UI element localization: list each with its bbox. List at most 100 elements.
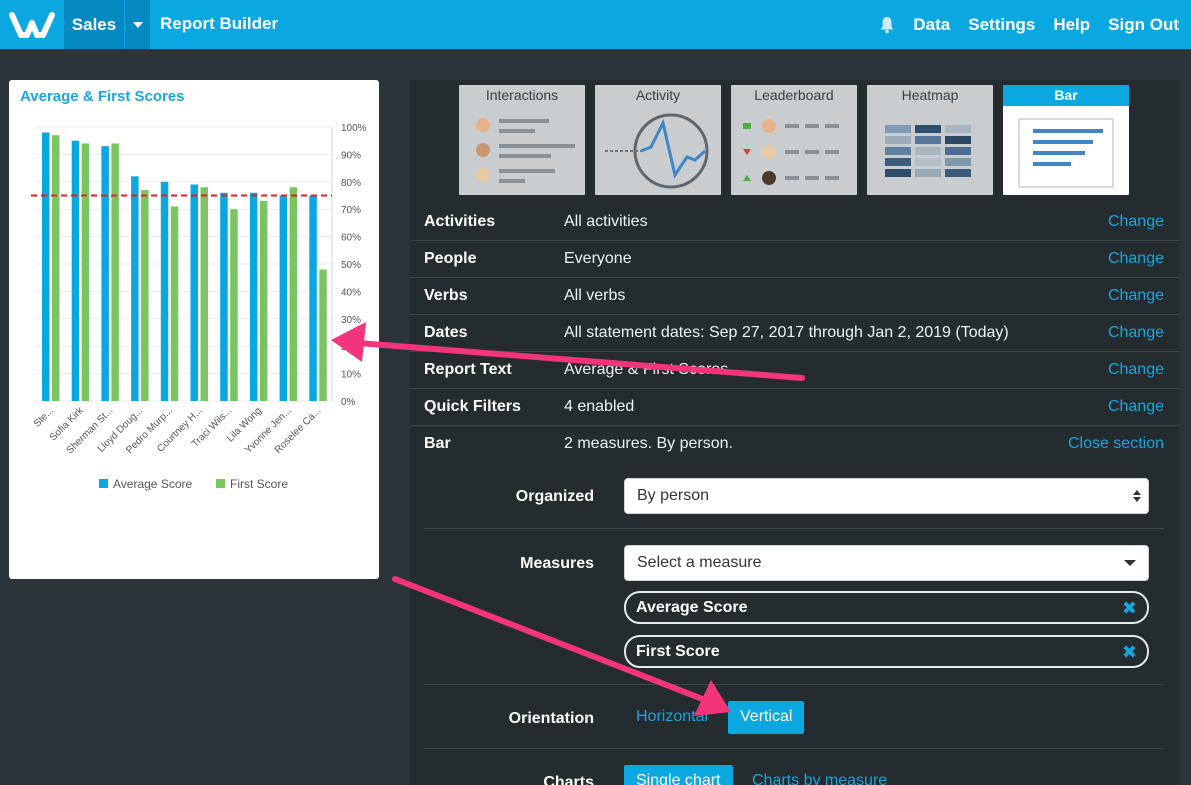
measure-select[interactable]: Select a measure [624, 545, 1149, 581]
y-tick-label: 70% [341, 205, 361, 216]
change-verbs-link[interactable]: Change [1108, 287, 1164, 305]
row-value: All verbs [564, 287, 626, 304]
measure-pill-label: Average Score [636, 599, 748, 616]
bar-average-score [220, 192, 228, 401]
organized-select[interactable]: By person [624, 478, 1149, 514]
single-chart-button[interactable]: Single chart [624, 765, 733, 785]
orientation-label: Orientation [508, 710, 594, 727]
heatmap-cell [885, 169, 911, 177]
row-quick-filters: Quick Filters 4 enabled Change [410, 389, 1179, 426]
chevron-down-icon [132, 21, 143, 28]
x-tick-label: Ste... [32, 405, 56, 429]
bar-first-score [141, 190, 149, 401]
change-dates-link[interactable]: Change [1108, 324, 1164, 342]
row-value: 2 measures. By person. [564, 435, 733, 452]
row-value: 4 enabled [564, 398, 635, 415]
tile-heatmap[interactable]: Heatmap [867, 85, 993, 195]
orientation-vertical-button[interactable]: Vertical [728, 701, 805, 734]
bar-average-score [42, 132, 50, 402]
bar-first-score [200, 187, 208, 401]
bar-first-score [111, 143, 119, 401]
close-icon[interactable]: ✖ [1122, 598, 1137, 619]
close-icon[interactable]: ✖ [1122, 642, 1137, 663]
change-report-text-link[interactable]: Change [1108, 361, 1164, 379]
row-value: All statement dates: Sep 27, 2017 throug… [564, 324, 1009, 341]
y-tick-label: 50% [341, 260, 361, 271]
row-report-text: Report Text Average & First Scores Chang… [410, 352, 1179, 389]
y-tick-label: 40% [341, 287, 361, 298]
change-quick-filters-link[interactable]: Change [1108, 398, 1164, 416]
app-switcher-button[interactable]: Sales [64, 0, 124, 49]
y-tick-label: 20% [341, 342, 361, 353]
measure-pill-label: First Score [636, 643, 720, 660]
report-config-panel: Interactions Activity Leaderboard Heatma… [410, 80, 1179, 785]
bar-first-score [170, 206, 179, 401]
orientation-horizontal-button[interactable]: Horizontal [624, 701, 720, 734]
change-activities-link[interactable]: Change [1108, 213, 1164, 231]
updown-caret-icon [1133, 490, 1141, 502]
row-label: Bar [424, 435, 451, 452]
bar-first-score [52, 135, 60, 401]
row-value: Average & First Scores [564, 361, 729, 378]
row-activities: Activities All activities Change [410, 204, 1179, 241]
leaderboard-thumbnail-icon [743, 119, 839, 185]
heatmap-cell [915, 169, 941, 177]
measure-pill-first-score: First Score ✖ [624, 635, 1149, 668]
divider [424, 748, 1164, 749]
app-switcher-caret[interactable] [125, 0, 150, 49]
bar-first-score [289, 187, 298, 401]
chevron-down-icon [1124, 560, 1136, 566]
bar-average-score [190, 184, 198, 401]
bar-average-score [131, 176, 139, 401]
bar-first-score [319, 269, 327, 401]
heatmap-cell [915, 147, 941, 155]
y-tick-label: 10% [341, 370, 361, 381]
interactions-thumbnail-icon [476, 118, 575, 183]
divider [424, 528, 1164, 529]
divider [424, 684, 1164, 685]
row-label: Activities [424, 213, 496, 230]
tile-activity[interactable]: Activity [595, 85, 721, 195]
heatmap-cell [885, 147, 911, 155]
tile-leaderboard[interactable]: Leaderboard [731, 85, 857, 195]
y-tick-label: 0% [341, 397, 356, 408]
charts-by-measure-button[interactable]: Charts by measure [740, 765, 899, 785]
organized-label: Organized [515, 488, 594, 505]
row-label: Verbs [424, 287, 468, 304]
bar-first-score [259, 200, 268, 401]
close-section-link[interactable]: Close section [1068, 435, 1164, 453]
row-label: Quick Filters [424, 398, 521, 415]
bar-chart: 0%10%20%30%40%50%60%70%80%90%100%Ste...S… [31, 123, 367, 491]
organized-value: By person [637, 487, 710, 504]
nav-link-help[interactable]: Help [1053, 15, 1090, 35]
bar-first-score [81, 143, 90, 401]
bell-icon[interactable] [879, 16, 895, 34]
nav-link-sign-out[interactable]: Sign Out [1108, 15, 1179, 35]
heatmap-cell [945, 147, 971, 155]
heatmap-cell [945, 125, 971, 133]
heatmap-cell [885, 136, 911, 144]
row-bar: Bar 2 measures. By person. Close section [410, 426, 1179, 463]
settings-rows: Activities All activities Change People … [410, 204, 1179, 463]
y-tick-label: 30% [341, 315, 361, 326]
heatmap-cell [915, 125, 941, 133]
bar-average-score [71, 140, 80, 401]
measure-placeholder: Select a measure [637, 554, 762, 571]
heatmap-cell [885, 125, 911, 133]
nav-link-data[interactable]: Data [913, 15, 950, 35]
bar-thumbnail-icon [1018, 118, 1114, 188]
nav-right: Data Settings Help Sign Out [879, 0, 1179, 49]
nav-link-settings[interactable]: Settings [968, 15, 1035, 35]
report-builder-link[interactable]: Report Builder [160, 14, 278, 34]
y-tick-label: 80% [341, 178, 361, 189]
bar-average-score [249, 192, 258, 401]
logo[interactable] [0, 0, 64, 49]
tile-interactions[interactable]: Interactions [459, 85, 585, 195]
row-label: People [424, 250, 477, 267]
chart-card: Average & First Scores 0% 10% 20% 30% 40% 50%… [9, 80, 379, 579]
y-tick-label: 90% [341, 150, 361, 161]
row-dates: Dates All statement dates: Sep 27, 2017 … [410, 315, 1179, 352]
change-people-link[interactable]: Change [1108, 250, 1164, 268]
tile-bar[interactable]: Bar [1003, 85, 1129, 195]
row-label: Dates [424, 324, 468, 341]
